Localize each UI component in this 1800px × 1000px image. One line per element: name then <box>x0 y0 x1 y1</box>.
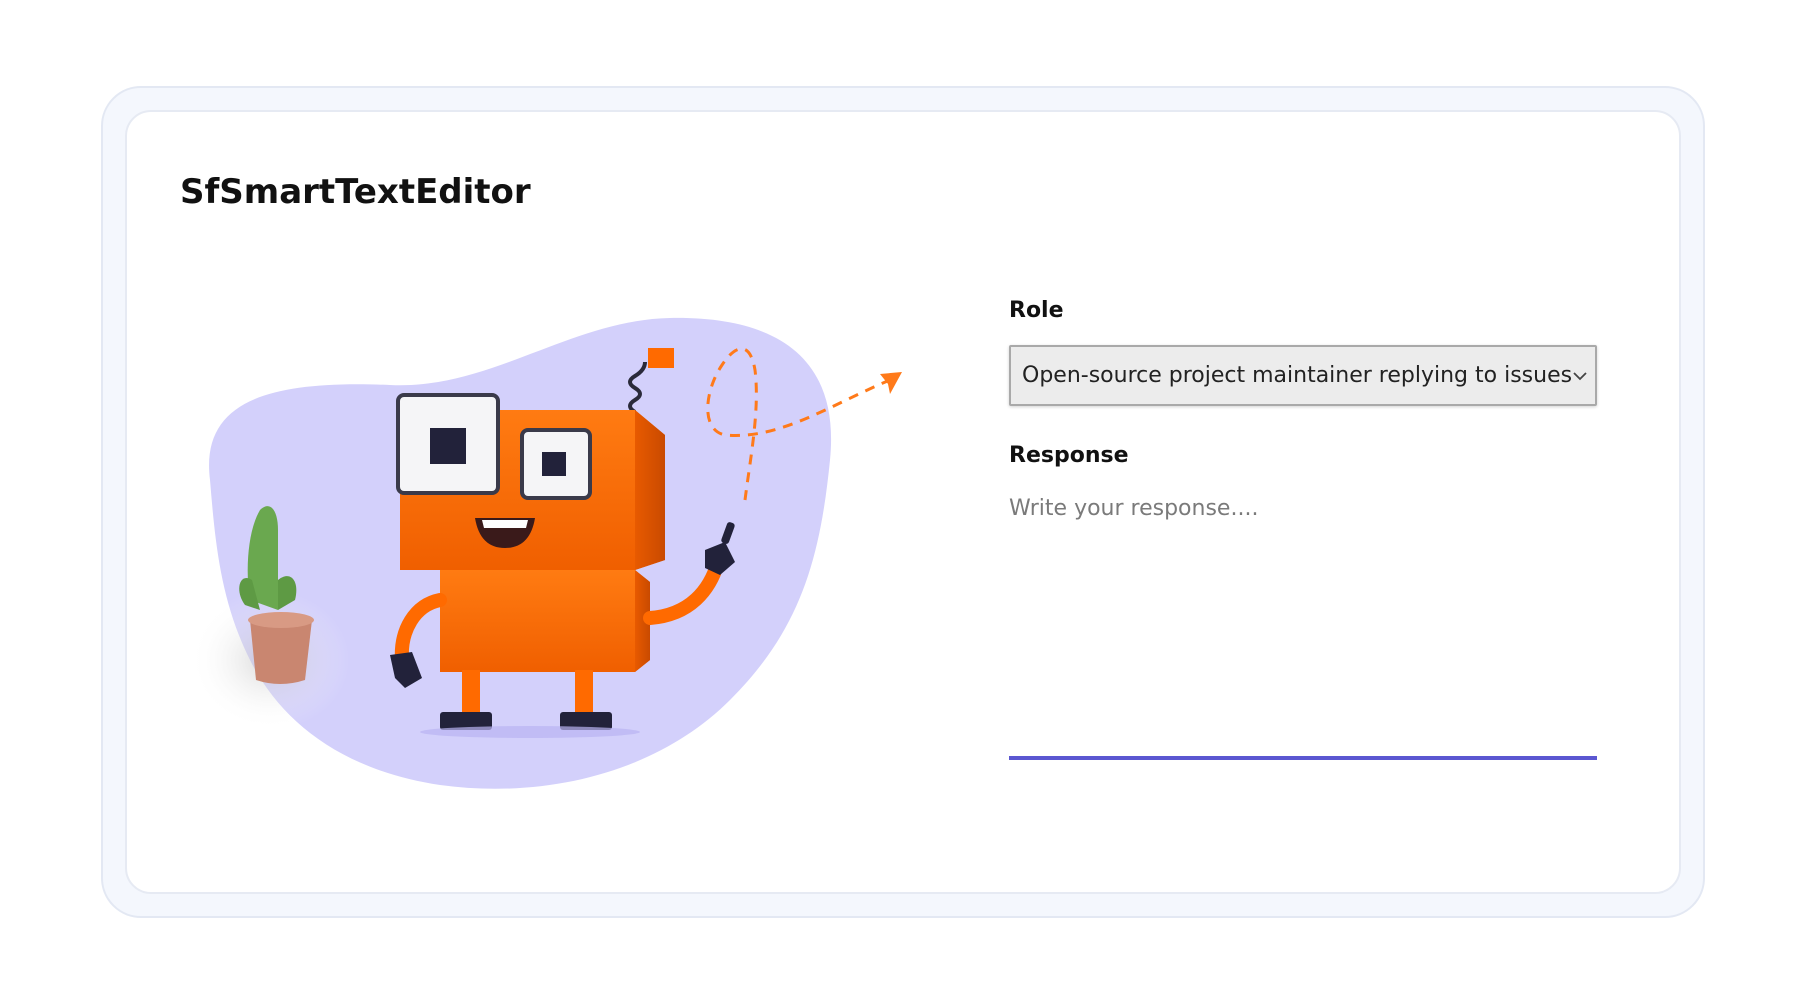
left-pupil <box>430 428 466 464</box>
response-text-editor[interactable] <box>1009 490 1597 760</box>
chevron-down-icon <box>1572 366 1588 386</box>
robot-shadow <box>420 726 640 738</box>
antenna-tip <box>648 348 674 368</box>
flower-pot <box>250 620 312 684</box>
robot-mascot-icon <box>190 317 902 789</box>
pot-rim <box>248 612 314 628</box>
robot-body <box>440 570 650 672</box>
role-dropdown[interactable]: Open-source project maintainer replying … <box>1009 345 1597 406</box>
robot-illustration <box>190 300 920 800</box>
right-pupil <box>542 452 566 476</box>
page-title: SfSmartTextEditor <box>180 172 531 212</box>
robot-teeth <box>482 520 528 528</box>
right-leg <box>575 670 593 718</box>
response-label: Response <box>1009 443 1129 468</box>
robot-head-side <box>635 410 665 570</box>
left-leg <box>462 670 480 718</box>
role-dropdown-value: Open-source project maintainer replying … <box>1022 363 1573 388</box>
role-label: Role <box>1009 298 1064 323</box>
